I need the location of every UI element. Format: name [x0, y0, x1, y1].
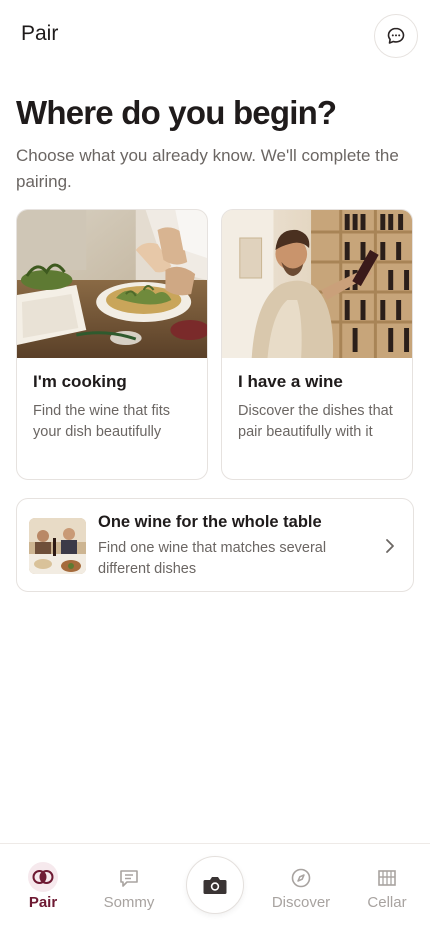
compass-icon	[287, 864, 315, 892]
cooking-card-description: Find the wine that fits your dish beauti…	[33, 403, 171, 440]
top-bar: Pair	[0, 0, 430, 72]
page-subtitle: Choose what you already know. We'll comp…	[16, 146, 399, 191]
nav-label-discover: Discover	[271, 894, 331, 911]
cellar-rack-icon	[373, 864, 401, 892]
chat-button[interactable]	[374, 14, 418, 58]
wine-shop-photo	[222, 210, 412, 358]
dinner-table-thumbnail	[29, 518, 86, 574]
nav-label-pair: Pair	[28, 894, 58, 911]
cooking-card-title: I'm cooking	[33, 372, 127, 391]
whole-table-description: Find one wine that matches several diffe…	[98, 540, 327, 577]
chevron-right-icon	[386, 539, 394, 553]
nav-item-cellar[interactable]: Cellar	[344, 844, 430, 932]
nav-item-sommy[interactable]: Sommy	[86, 844, 172, 932]
camera-icon	[203, 877, 227, 894]
page-title: Where do you begin?	[16, 94, 337, 131]
chat-bubble-icon	[387, 27, 405, 44]
cooking-card[interactable]: I'm cooking Find the wine that fits your…	[16, 209, 208, 480]
nav-item-pair[interactable]: Pair	[0, 844, 86, 932]
cooking-photo	[17, 210, 207, 358]
nav-label-sommy: Sommy	[103, 894, 155, 911]
have-wine-card-description: Discover the dishes that pair beautifull…	[238, 403, 393, 440]
dinner-table-photo	[29, 518, 86, 574]
whole-table-title: One wine for the whole table	[98, 513, 322, 531]
have-wine-card-title: I have a wine	[238, 372, 343, 391]
pair-rings-icon	[28, 862, 58, 892]
bottom-nav: Pair Sommy Discover Cellar	[0, 843, 430, 932]
chat-note-icon	[115, 864, 143, 892]
app-title: Pair	[21, 22, 59, 45]
nav-label-cellar: Cellar	[367, 894, 407, 911]
nav-item-discover[interactable]: Discover	[258, 844, 344, 932]
have-wine-card[interactable]: I have a wine Discover the dishes that p…	[221, 209, 413, 480]
camera-button[interactable]	[186, 856, 244, 914]
whole-table-option[interactable]: One wine for the whole table Find one wi…	[16, 498, 414, 592]
